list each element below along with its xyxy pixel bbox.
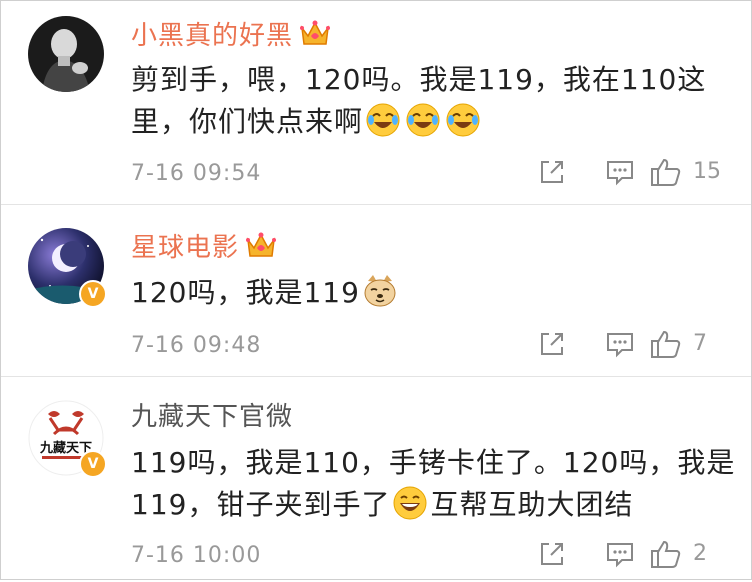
- like-count: 2: [693, 541, 707, 566]
- thumbs-up-icon: [651, 158, 681, 186]
- share-icon[interactable]: [537, 157, 567, 187]
- share-icon[interactable]: [537, 329, 567, 359]
- like-count: 7: [693, 331, 707, 356]
- laugh-cry-emoji-icon: [406, 103, 440, 137]
- comment-text: 剪到手，喂，120吗。我是119，我在110这 里，你们快点来啊: [131, 63, 707, 138]
- laugh-cry-emoji-icon: [366, 103, 400, 137]
- laugh-cry-emoji-icon: [446, 103, 480, 137]
- vip-crown-icon: [245, 230, 277, 260]
- thumbs-up-icon: [651, 540, 681, 568]
- reply-comment-icon[interactable]: [605, 539, 635, 569]
- like-count: 15: [693, 159, 721, 184]
- comment-time: 7-16 10:00: [131, 543, 262, 568]
- verified-badge-icon: V: [79, 280, 107, 308]
- reply-comment-icon[interactable]: [605, 329, 635, 359]
- comment-time: 7-16 09:54: [131, 161, 262, 186]
- share-icon[interactable]: [537, 539, 567, 569]
- avatar[interactable]: [28, 16, 104, 92]
- comment-list: 小黑真的好黑 剪到手，喂，120吗。我是119，我在110这 里，你们快点来啊 …: [0, 0, 752, 580]
- comment-item: 九藏天下 V 九藏天下官微 119吗，我是110，手铐卡住了。120吗，我是 1…: [1, 376, 751, 582]
- vip-crown-icon: [299, 18, 331, 48]
- reply-comment-icon[interactable]: [605, 157, 635, 187]
- doge-emoji-icon: [364, 275, 396, 307]
- like-button[interactable]: 2: [649, 539, 727, 569]
- thumbs-up-icon: [651, 330, 681, 358]
- like-button[interactable]: 7: [649, 329, 727, 359]
- like-button[interactable]: 15: [649, 157, 727, 187]
- comment-time: 7-16 09:48: [131, 333, 262, 358]
- username[interactable]: 九藏天下官微: [131, 402, 293, 432]
- comment-text: 119吗，我是110，手铐卡住了。120吗，我是 119，钳子夹到手了 互帮互助大…: [131, 446, 736, 521]
- comment-item: 小黑真的好黑 剪到手，喂，120吗。我是119，我在110这 里，你们快点来啊 …: [1, 1, 751, 204]
- username[interactable]: 星球电影: [131, 230, 277, 263]
- comment-text: 120吗，我是119: [131, 272, 731, 314]
- comment-item: V 星球电影 120吗，我是119 7-16 09:48 7: [1, 204, 751, 377]
- grin-emoji-icon: [393, 486, 427, 520]
- username[interactable]: 小黑真的好黑: [131, 18, 331, 51]
- verified-badge-icon: V: [79, 450, 107, 478]
